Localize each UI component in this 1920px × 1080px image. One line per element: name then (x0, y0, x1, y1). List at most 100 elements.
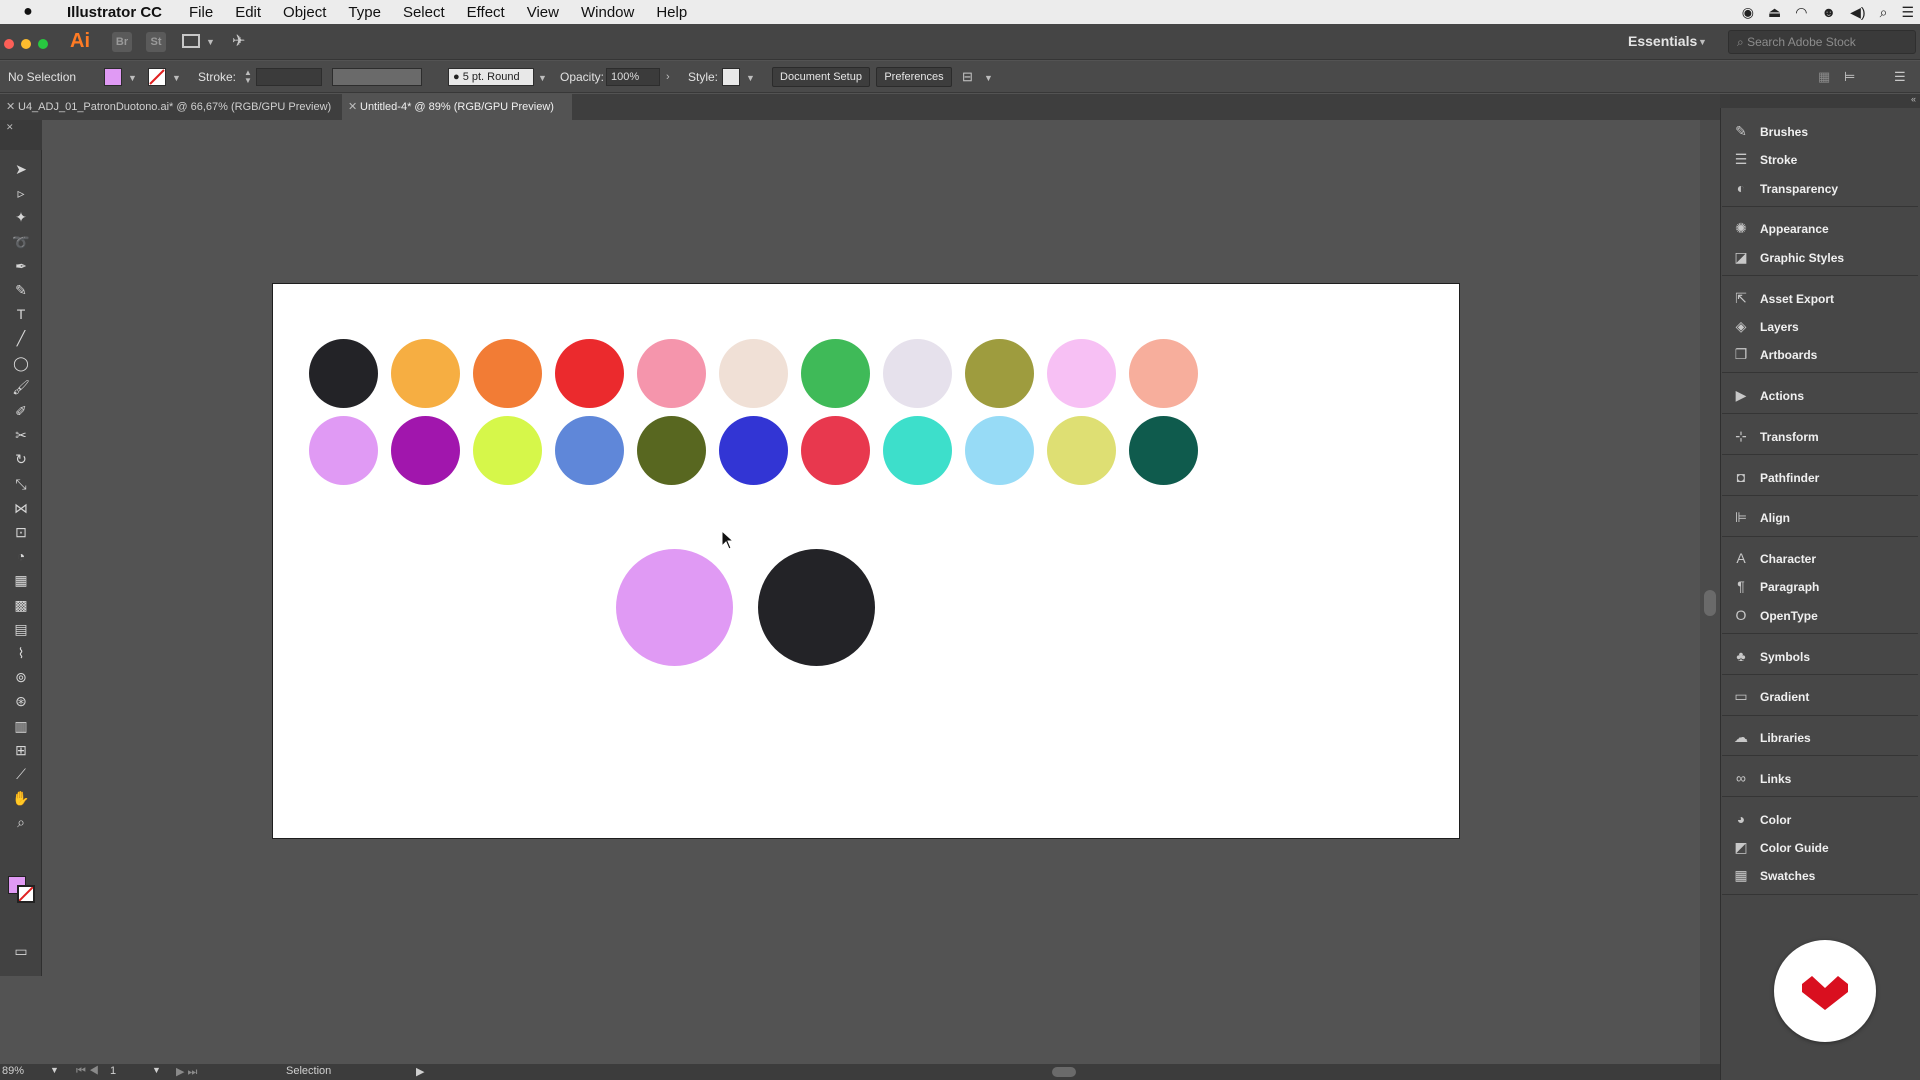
menu-object[interactable]: Object (272, 4, 337, 21)
color-swatch-circle[interactable] (883, 339, 952, 408)
paintbrush-tool-icon[interactable]: 🖌 (9, 376, 33, 398)
selection-tool-icon[interactable]: ➤ (9, 158, 33, 180)
stock-icon[interactable]: St (146, 32, 166, 52)
screen-record-icon[interactable]: ◉ (1742, 4, 1754, 21)
brush-chevron-icon[interactable]: ▼ (538, 73, 547, 83)
volume-icon[interactable]: ◀) (1850, 4, 1865, 21)
color-swatch-circle[interactable] (1047, 339, 1116, 408)
document-setup-button[interactable]: Document Setup (772, 67, 870, 87)
color-swatch-circle[interactable] (637, 416, 706, 485)
variable-width-profile-dropdown[interactable] (332, 68, 422, 86)
ellipse-tool-icon[interactable]: ◯ (9, 352, 33, 374)
color-swatch-circle[interactable] (391, 416, 460, 485)
artboard-tool-icon[interactable]: ⊞ (9, 739, 33, 761)
panel-transform[interactable]: ⊹ Transform (1730, 423, 1916, 449)
panel-actions[interactable]: ▶ Actions (1730, 382, 1916, 408)
color-swatch-circle[interactable] (309, 416, 378, 485)
stroke-indicator[interactable] (17, 885, 35, 903)
symbol-sprayer-tool-icon[interactable]: ⊛ (9, 690, 33, 712)
vertical-scrollbar[interactable] (1700, 120, 1720, 1066)
panel-graphic-styles[interactable]: ◪ Graphic Styles (1730, 244, 1916, 270)
bridge-icon[interactable]: Br (112, 32, 132, 52)
menu-help[interactable]: Help (645, 4, 698, 21)
graphic-style-swatch[interactable] (722, 68, 740, 86)
color-swatch-circle[interactable] (1047, 416, 1116, 485)
stock-search-input[interactable]: ⌕ Search Adobe Stock (1728, 30, 1916, 54)
panel-character[interactable]: A Character (1730, 545, 1916, 571)
status-menu-icon[interactable]: ▶ (416, 1065, 424, 1078)
close-tab-icon[interactable]: ✕ (6, 94, 15, 120)
width-tool-icon[interactable]: ⋈ (9, 497, 33, 519)
blend-tool-icon[interactable]: ⊚ (9, 666, 33, 688)
panel-appearance[interactable]: ✺ Appearance (1730, 215, 1916, 241)
panel-asset-export[interactable]: ⇱ Asset Export (1730, 285, 1916, 311)
menu-app-name[interactable]: Illustrator CC (56, 4, 178, 21)
panel-transparency[interactable]: ◐ Transparency (1730, 175, 1916, 201)
panel-swatches[interactable]: ▦ Swatches (1730, 862, 1916, 888)
color-swatch-circle[interactable] (883, 416, 952, 485)
artboard[interactable] (272, 283, 1460, 839)
menu-file[interactable]: File (178, 4, 224, 21)
pen-tool-icon[interactable]: ✒ (9, 255, 33, 277)
color-swatch-circle[interactable] (637, 339, 706, 408)
gradient-tool-icon[interactable]: ▤ (9, 618, 33, 640)
horizontal-scroll-thumb[interactable] (1052, 1067, 1076, 1077)
slice-tool-icon[interactable]: ⟋ (9, 763, 33, 785)
lasso-tool-icon[interactable]: ➰ (9, 231, 33, 253)
gpu-performance-icon[interactable]: ✈ (232, 31, 245, 51)
brush-definition-dropdown[interactable]: ● 5 pt. Round (448, 68, 534, 86)
user-icon[interactable]: ☻ (1821, 4, 1836, 20)
align-options-chevron-icon[interactable]: ▼ (984, 73, 993, 83)
tools-panel-close-icon[interactable]: ✕ (6, 122, 14, 133)
large-swatch-dark[interactable] (758, 549, 875, 666)
fill-chevron-icon[interactable]: ▼ (128, 73, 137, 83)
type-tool-icon[interactable]: T (9, 303, 33, 325)
color-swatch-circle[interactable] (719, 416, 788, 485)
menu-edit[interactable]: Edit (224, 4, 272, 21)
panel-color[interactable]: ◕ Color (1730, 806, 1916, 832)
artboard-chevron-icon[interactable]: ▼ (152, 1065, 161, 1075)
zoom-level[interactable]: 89% (2, 1065, 24, 1077)
color-swatch-circle[interactable] (1129, 416, 1198, 485)
color-swatch-circle[interactable] (1129, 339, 1198, 408)
rotate-tool-icon[interactable]: ↻ (9, 448, 33, 470)
screen-mode-icon[interactable]: ▭ (9, 940, 33, 962)
vertical-scroll-thumb[interactable] (1704, 590, 1716, 616)
color-swatch-circle[interactable] (801, 416, 870, 485)
zoom-tool-icon[interactable]: ⌕ (9, 811, 33, 833)
panel-gradient[interactable]: ▭ Gradient (1730, 683, 1916, 709)
blob-brush-tool-icon[interactable]: ✐ (9, 400, 33, 422)
panel-opentype[interactable]: O OpenType (1730, 602, 1916, 628)
stroke-color-swatch[interactable] (148, 68, 166, 86)
color-swatch-circle[interactable] (801, 339, 870, 408)
transform-options-icon[interactable]: ⊨ (1844, 69, 1855, 85)
next-artboard-icon[interactable]: ▶ ⏭ (176, 1065, 197, 1079)
fill-color-swatch[interactable] (104, 68, 122, 86)
tab-document-1[interactable]: ✕ U4_ADJ_01_PatronDuotono.ai* @ 66,67% (… (0, 94, 340, 120)
arrange-documents-icon[interactable] (182, 34, 200, 48)
column-graph-tool-icon[interactable]: ▥ (9, 715, 33, 737)
free-transform-tool-icon[interactable]: ⊡ (9, 521, 33, 543)
arrange-documents-chevron-icon[interactable]: ▼ (206, 37, 215, 47)
collapse-panels-icon[interactable]: « (1911, 94, 1916, 104)
menu-window[interactable]: Window (570, 4, 645, 21)
preferences-button[interactable]: Preferences (876, 67, 952, 87)
window-zoom-button[interactable] (38, 39, 48, 49)
color-swatch-circle[interactable] (719, 339, 788, 408)
panel-toggle-icon[interactable]: ▦ (1818, 69, 1830, 85)
align-options-icon[interactable]: ⊟ (962, 69, 973, 85)
zoom-chevron-icon[interactable]: ▼ (50, 1065, 59, 1075)
stroke-chevron-icon[interactable]: ▼ (172, 73, 181, 83)
window-close-button[interactable] (4, 39, 14, 49)
eyedropper-tool-icon[interactable]: ⌇ (9, 642, 33, 664)
mesh-tool-icon[interactable]: ▩ (9, 594, 33, 616)
panel-stroke[interactable]: ☰ Stroke (1730, 146, 1916, 172)
color-swatch-circle[interactable] (965, 339, 1034, 408)
panel-brushes[interactable]: ✎ Brushes (1730, 118, 1916, 144)
menu-view[interactable]: View (516, 4, 570, 21)
color-swatch-circle[interactable] (309, 339, 378, 408)
curvature-tool-icon[interactable]: ✎ (9, 279, 33, 301)
control-bar-menu-icon[interactable]: ☰ (1894, 69, 1906, 85)
color-swatch-circle[interactable] (391, 339, 460, 408)
panel-align[interactable]: ⊫ Align (1730, 504, 1916, 530)
